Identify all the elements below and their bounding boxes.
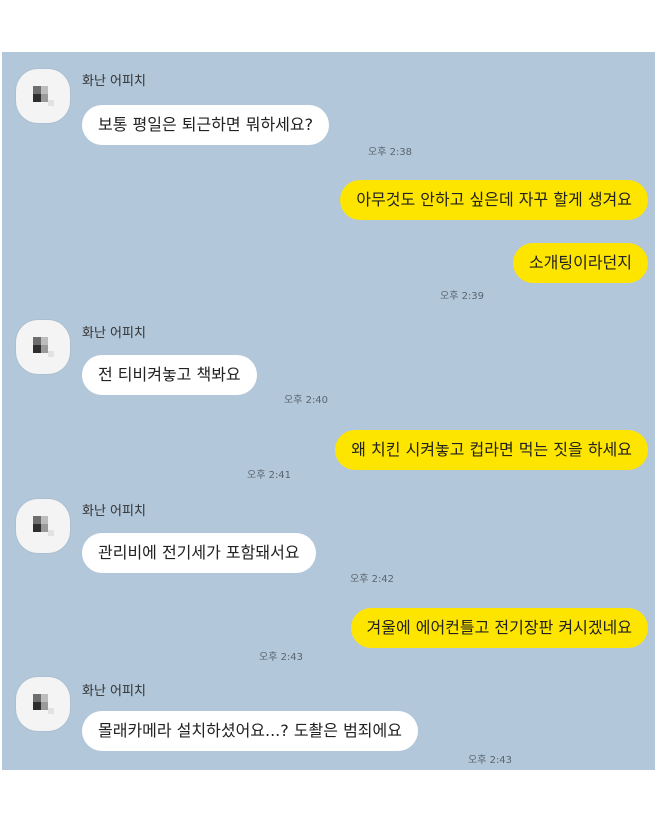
message-time: 오후 2:43	[259, 652, 304, 663]
sender-name: 화난 어피치	[82, 684, 146, 699]
message-time: 오후 2:40	[284, 395, 329, 406]
profile-avatar[interactable]	[16, 69, 70, 123]
sender-name: 화난 어피치	[82, 504, 146, 519]
message-time: 오후 2:38	[368, 147, 413, 158]
message-time: 오후 2:39	[440, 291, 485, 302]
message-bubble[interactable]: 아무것도 안하고 싶은데 자꾸 할게 생겨요	[340, 180, 648, 220]
profile-avatar[interactable]	[16, 499, 70, 553]
message-bubble[interactable]: 왜 치킨 시켜놓고 컵라면 먹는 짓을 하세요	[335, 430, 648, 470]
sender-name: 화난 어피치	[82, 74, 146, 89]
message-bubble[interactable]: 관리비에 전기세가 포함돼서요	[82, 533, 316, 573]
message-bubble[interactable]: 전 티비켜놓고 책봐요	[82, 355, 257, 395]
message-time: 오후 2:43	[468, 755, 513, 766]
message-bubble[interactable]: 보통 평일은 퇴근하면 뭐하세요?	[82, 105, 330, 145]
message-bubble[interactable]: 몰래카메라 설치하셨어요...? 도촬은 범죄에요	[82, 711, 418, 751]
message-time: 오후 2:41	[247, 470, 292, 481]
sender-name: 화난 어피치	[82, 326, 146, 341]
profile-avatar[interactable]	[16, 677, 70, 731]
message-bubble[interactable]: 겨울에 에어컨틀고 전기장판 켜시겠네요	[350, 608, 648, 648]
message-bubble[interactable]: 소개팅이라던지	[512, 243, 648, 283]
chat-window: 화난 어피치 보통 평일은 퇴근하면 뭐하세요? 오후 2:38 아무것도 안하…	[2, 52, 655, 770]
profile-avatar[interactable]	[16, 320, 70, 374]
message-time: 오후 2:42	[350, 574, 395, 585]
